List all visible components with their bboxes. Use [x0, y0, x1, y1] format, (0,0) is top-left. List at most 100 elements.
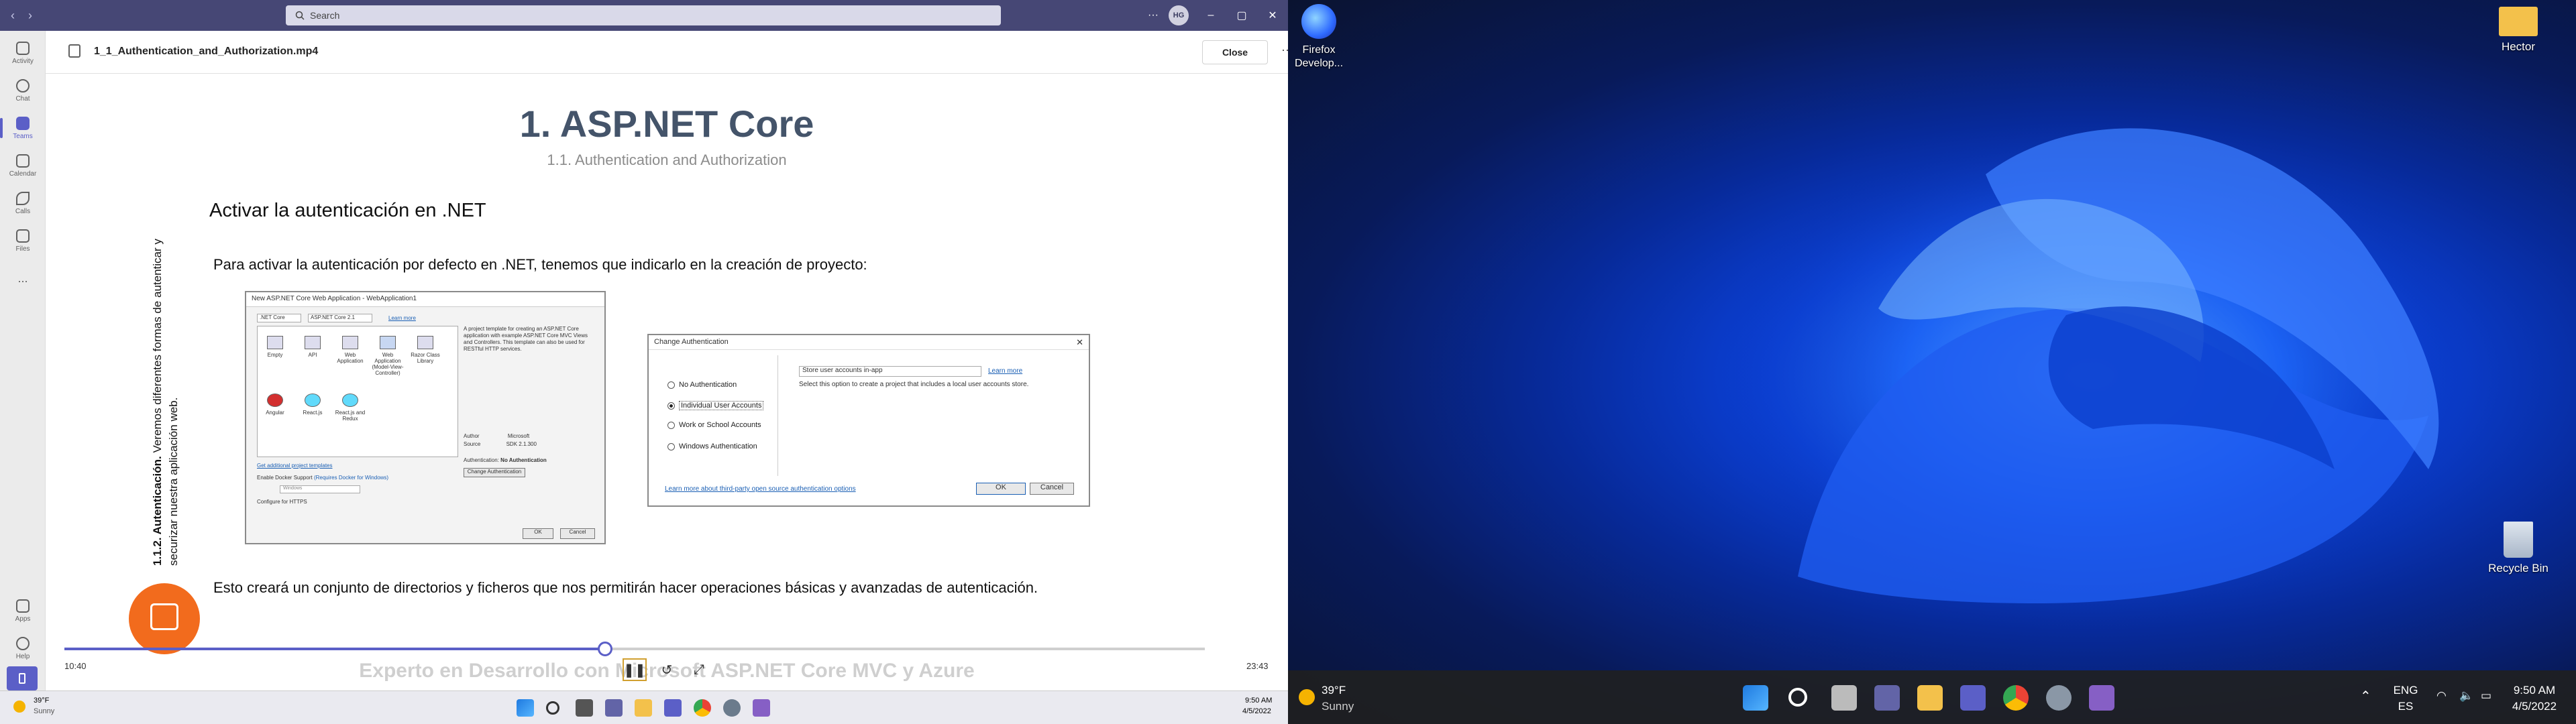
progress-knob[interactable] [597, 642, 612, 656]
sidebar-toggle-icon[interactable] [68, 44, 80, 58]
rewind-icon[interactable]: ↺ [655, 658, 679, 681]
rail-label: Apps [15, 615, 31, 623]
volume-icon[interactable]: 🔈 [2459, 689, 2473, 703]
search-icon[interactable] [1788, 688, 1807, 707]
pause-button[interactable]: ❚❚ [623, 658, 647, 681]
author-value: Microsoft [507, 433, 530, 439]
chat-app-icon[interactable] [1874, 685, 1900, 711]
rail-item-calendar[interactable]: Calendar [0, 147, 46, 184]
desktop: Firefox Develop... Hector Recycle Bin 39… [1288, 0, 2576, 724]
file-name: 1_1_Authentication_and_Authorization.mp4 [94, 46, 319, 57]
get-more-templates-link: Get additional project templates [257, 463, 333, 469]
template-icon [342, 336, 358, 349]
task-view-icon[interactable] [576, 699, 593, 717]
search-box[interactable]: Search [286, 5, 1001, 25]
rail-item-files[interactable]: Files [0, 223, 46, 259]
react-redux-icon [342, 394, 358, 407]
task-view-icon[interactable] [1831, 685, 1857, 711]
divider [777, 355, 778, 476]
weather-cond: Sunny [1322, 700, 1354, 713]
chrome-icon[interactable] [694, 699, 711, 717]
chat-icon [16, 78, 30, 93]
radio-work-school: Work or School Accounts [667, 421, 761, 429]
slide-paragraph-1: Para activar la autenticación por defect… [213, 256, 867, 273]
settings-icon[interactable] [2046, 685, 2072, 711]
presentation-icon [150, 603, 178, 630]
slide-title: 1. ASP.NET Core [519, 103, 814, 145]
https-checkbox-row: Configure for HTTPS [257, 499, 307, 505]
desktop-icon-hector[interactable]: Hector [2485, 7, 2552, 54]
cancel-button: Cancel [560, 528, 595, 539]
teams-app-icon[interactable] [1960, 685, 1986, 711]
rail-item-help[interactable]: Help [0, 630, 46, 666]
rail-item-apps[interactable]: Apps [0, 593, 46, 629]
start-icon[interactable] [517, 699, 534, 717]
radio-individual: Individual User Accounts [667, 401, 764, 410]
template-label: Empty [267, 352, 283, 358]
rail-item-activity[interactable]: Activity [0, 35, 46, 71]
rail-more[interactable]: ... [0, 260, 46, 296]
start-icon[interactable] [1743, 685, 1768, 711]
close-window-icon[interactable]: ✕ [1257, 9, 1288, 22]
template-icon [305, 336, 321, 349]
presenter-view-button[interactable] [129, 583, 200, 654]
wifi-icon[interactable]: ◠ [2436, 689, 2447, 703]
chat-app-icon[interactable] [605, 699, 623, 717]
fullscreen-icon[interactable]: ⤢ [687, 658, 711, 681]
file-explorer-icon[interactable] [635, 699, 652, 717]
avatar[interactable]: HG [1169, 5, 1189, 25]
maximize-icon[interactable]: ▢ [1226, 9, 1257, 22]
phone-icon [16, 191, 30, 205]
clock-date: 4/5/2022 [1242, 707, 1271, 715]
slide-paragraph-2: Esto creará un conjunto de directorios y… [213, 579, 1038, 596]
rail-item-chat[interactable]: Chat [0, 72, 46, 109]
rail-item-calls[interactable]: Calls [0, 185, 46, 221]
radio-no-auth: No Authentication [667, 381, 737, 389]
more-options-icon[interactable]: ··· [1281, 43, 1288, 57]
learn-more-link: Learn more [988, 367, 1023, 375]
weather-temp: 39°F [1322, 684, 1346, 697]
help-icon [16, 636, 30, 650]
docker-label: Enable Docker Support [257, 475, 313, 481]
desktop-icon-label: Firefox Develop... [1294, 44, 1344, 69]
more-options-icon[interactable]: ··· [1138, 9, 1169, 21]
close-icon: ✕ [1076, 337, 1083, 347]
source-row: Source SDK 2.1.300 [464, 441, 537, 447]
file-explorer-icon[interactable] [1917, 685, 1943, 711]
rail-item-teams[interactable]: Teams [0, 110, 46, 146]
author-row: Author Microsoft [464, 433, 529, 439]
desktop-icon-recycle-bin[interactable]: Recycle Bin [2485, 522, 2552, 575]
clock-time[interactable]: 9:50 AM [2501, 684, 2568, 697]
battery-icon[interactable]: ▭ [2481, 689, 2491, 703]
desktop-icon-firefox[interactable]: Firefox Develop... [1288, 4, 1352, 70]
rail-label: Chat [15, 95, 30, 103]
folder-icon [2499, 7, 2538, 36]
chevron-up-icon[interactable]: ⌃ [2360, 688, 2371, 705]
progress-bar[interactable] [64, 648, 1205, 650]
video-player[interactable]: 1. ASP.NET Core 1.1. Authentication and … [46, 74, 1288, 699]
phone-device-icon [19, 673, 25, 684]
back-arrow-icon[interactable]: ‹ [4, 9, 21, 23]
dialog-title: Change Authentication [649, 335, 1089, 350]
dialog-title: New ASP.NET Core Web Application - WebAp… [246, 292, 604, 307]
clock-date[interactable]: 4/5/2022 [2501, 700, 2568, 713]
recycle-bin-icon [2504, 522, 2533, 558]
template-label: Web Application (Model-View-Controller) [372, 352, 404, 376]
teams-app-icon[interactable] [664, 699, 682, 717]
mobile-button[interactable] [7, 666, 38, 690]
angular-icon [267, 394, 283, 407]
close-button[interactable]: Close [1202, 40, 1268, 64]
forward-arrow-icon[interactable]: › [21, 9, 39, 23]
language-primary[interactable]: ENG [2385, 684, 2426, 697]
template-description: A project template for creating an ASP.N… [464, 326, 588, 352]
visual-studio-icon[interactable] [2089, 685, 2114, 711]
change-auth-dialog-image: Change Authentication ✕ No Authenticatio… [647, 334, 1090, 507]
visual-studio-icon[interactable] [753, 699, 770, 717]
minimize-icon[interactable]: – [1195, 9, 1226, 21]
language-secondary[interactable]: ES [2385, 700, 2426, 713]
rail-label: Activity [12, 57, 34, 65]
settings-icon[interactable] [723, 699, 741, 717]
search-icon[interactable] [546, 701, 559, 715]
sun-icon [13, 701, 25, 713]
chrome-icon[interactable] [2003, 685, 2029, 711]
